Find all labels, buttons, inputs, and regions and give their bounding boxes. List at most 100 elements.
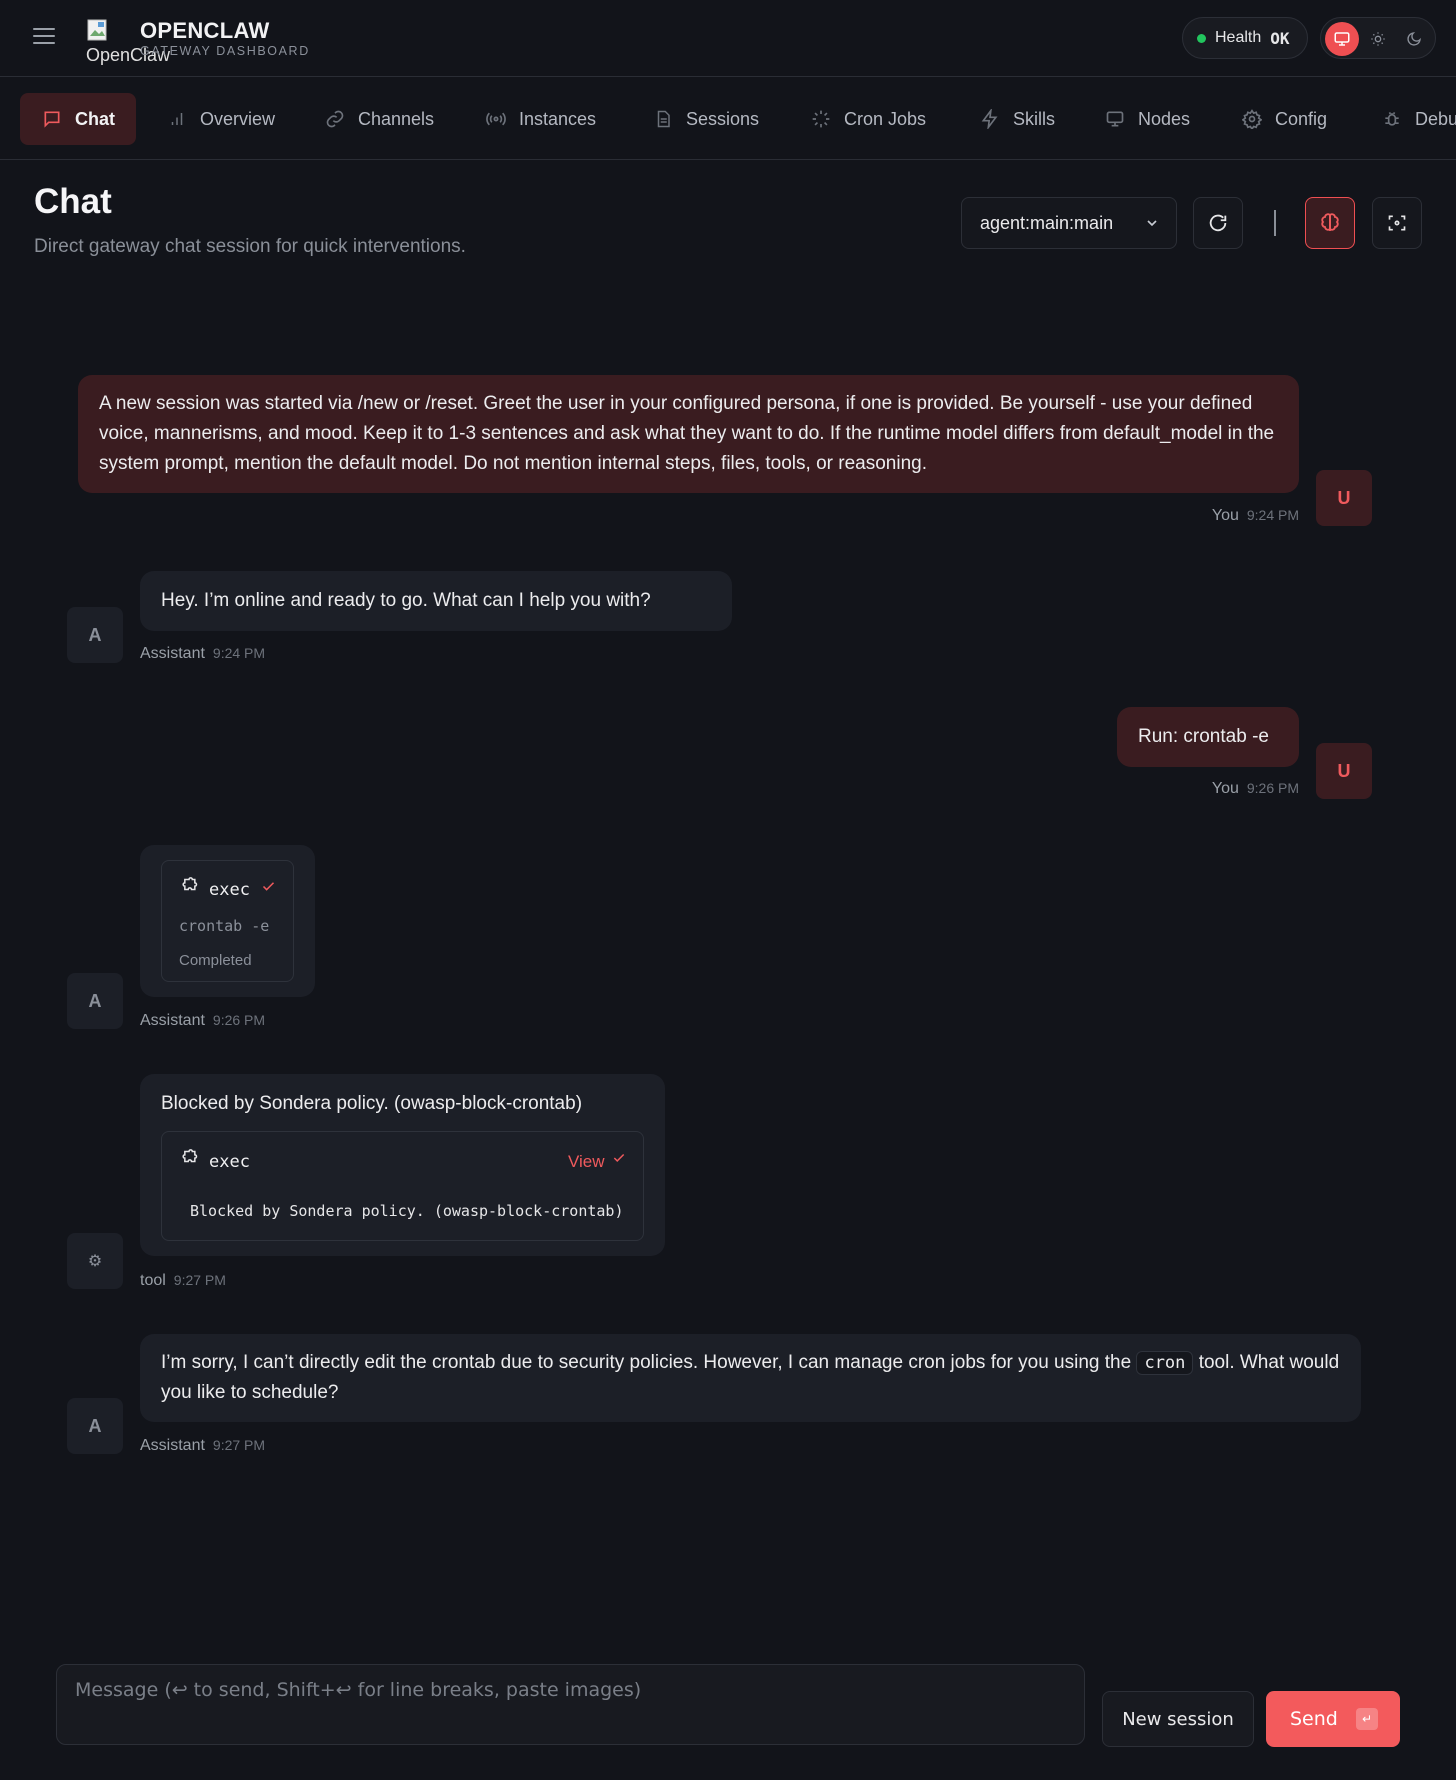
tab-sessions[interactable]: Sessions: [652, 93, 759, 145]
view-link[interactable]: View: [568, 1147, 605, 1177]
message-time: 9:27 PM: [212, 1437, 266, 1453]
theme-system-button[interactable]: [1325, 22, 1359, 56]
tab-config[interactable]: Config: [1241, 93, 1327, 145]
tool-name: exec: [209, 880, 250, 900]
message-meta: Assistant 9:24 PM: [140, 645, 265, 663]
tab-label: Debug: [1415, 108, 1456, 129]
avatar: U: [1316, 470, 1372, 526]
message-author: You: [1211, 507, 1239, 524]
message-author: Assistant: [140, 645, 205, 662]
avatar: ⚙: [67, 1233, 123, 1289]
check-icon: [613, 1153, 625, 1162]
session-select[interactable]: agent:main:main: [961, 197, 1177, 249]
monitor-icon: [1334, 32, 1350, 46]
link-icon: [324, 108, 346, 130]
tab-nodes[interactable]: Nodes: [1104, 93, 1190, 145]
tool-call-card[interactable]: exec crontab -e Completed: [161, 860, 294, 982]
message-text: I’m sorry, I can’t directly edit the cro…: [161, 1352, 1132, 1373]
top-bar: OpenClaw OPENCLAW GATEWAY DASHBOARD Heal…: [0, 0, 1456, 77]
message-composer: [56, 1664, 1085, 1745]
message-time: 9:27 PM: [173, 1272, 226, 1288]
loader-icon: [810, 108, 832, 130]
message-text: Hey. I’m online and ready to go. What ca…: [161, 590, 651, 611]
tab-cron-jobs[interactable]: Cron Jobs: [810, 93, 926, 145]
bar-chart-icon: [166, 108, 188, 130]
theme-dark-button[interactable]: [1397, 22, 1431, 56]
brain-icon: [1321, 213, 1339, 231]
bug-icon: [1381, 108, 1403, 130]
tool-status: Completed: [179, 952, 252, 969]
message-author: Assistant: [140, 1012, 205, 1029]
message-input[interactable]: [57, 1665, 1084, 1744]
message-author: Assistant: [140, 1437, 205, 1454]
tool-name: exec: [209, 1152, 250, 1172]
brand-title: OPENCLAW: [140, 18, 270, 43]
tab-label: Chat: [75, 108, 115, 129]
message-meta: Assistant 9:26 PM: [140, 1012, 265, 1030]
toolbar-divider: [1274, 210, 1276, 236]
status-dot-icon: [1197, 33, 1206, 43]
tool-command: crontab -e: [179, 917, 270, 935]
message-time: 9:24 PM: [212, 645, 266, 661]
moon-icon: [1407, 32, 1421, 46]
tab-channels[interactable]: Channels: [324, 93, 434, 145]
broken-image-icon: [87, 19, 107, 41]
tab-overview[interactable]: Overview: [166, 93, 275, 145]
tab-instances[interactable]: Instances: [485, 93, 596, 145]
health-value: OK: [1270, 28, 1290, 48]
message-text: Blocked by Sondera policy. (owasp-block-…: [161, 1093, 583, 1114]
tab-label: Config: [1275, 108, 1328, 129]
tool-result-card: exec View Blocked by Sondera policy. (ow…: [161, 1131, 644, 1241]
message-author: tool: [140, 1272, 166, 1289]
refresh-icon: [1209, 214, 1227, 232]
lightning-icon: [979, 108, 1001, 130]
tool-output: Blocked by Sondera policy. (owasp-block-…: [190, 1202, 624, 1220]
assistant-message: Hey. I’m online and ready to go. What ca…: [140, 571, 732, 631]
health-label: Health: [1215, 29, 1262, 46]
tab-skills[interactable]: Skills: [979, 93, 1055, 145]
enter-key-icon: ↵: [1356, 1708, 1378, 1730]
menu-icon[interactable]: [33, 28, 55, 46]
tab-label: Sessions: [686, 108, 760, 129]
tab-label: Channels: [358, 108, 435, 129]
page-subtitle: Direct gateway chat session for quick in…: [34, 236, 466, 257]
sun-icon: [1371, 32, 1385, 46]
message-meta: You 9:26 PM: [1212, 780, 1299, 798]
tab-chat[interactable]: Chat: [20, 93, 136, 145]
broadcast-icon: [485, 108, 507, 130]
chat-bubble-icon: [41, 108, 63, 130]
theme-light-button[interactable]: [1361, 22, 1395, 56]
focus-icon: [1388, 215, 1406, 231]
chevron-down-icon: [1147, 220, 1157, 227]
check-icon: [262, 882, 275, 891]
tab-label: Cron Jobs: [844, 108, 927, 129]
send-label: Send: [1290, 1708, 1338, 1730]
health-status: Health OK: [1182, 17, 1308, 59]
session-select-value: agent:main:main: [980, 212, 1114, 233]
brand-subtitle: GATEWAY DASHBOARD: [140, 44, 310, 58]
message-meta: Assistant 9:27 PM: [140, 1437, 265, 1455]
new-session-button[interactable]: New session: [1102, 1691, 1254, 1747]
message-meta: tool 9:27 PM: [140, 1272, 226, 1290]
tab-label: Overview: [200, 108, 276, 129]
user-message: A new session was started via /new or /r…: [78, 375, 1299, 493]
assistant-message: I’m sorry, I can’t directly edit the cro…: [140, 1334, 1361, 1422]
assistant-message: exec crontab -e Completed: [140, 845, 315, 997]
send-button[interactable]: Send ↵: [1266, 1691, 1400, 1747]
gear-icon: [1241, 108, 1263, 130]
thinking-toggle-button[interactable]: [1305, 197, 1355, 249]
puzzle-icon: [182, 1149, 198, 1163]
theme-toggle: [1320, 17, 1436, 59]
inline-code: cron: [1136, 1351, 1194, 1375]
tab-label: Skills: [1013, 108, 1056, 129]
message-author: You: [1211, 780, 1239, 797]
page-title: Chat: [34, 182, 112, 221]
focus-mode-button[interactable]: [1372, 197, 1422, 249]
refresh-button[interactable]: [1193, 197, 1243, 249]
message-text: Run: crontab -e: [1138, 726, 1269, 747]
message-time: 9:26 PM: [1246, 780, 1299, 796]
nav-tabs: Chat Overview Channels Instances Session…: [0, 78, 1456, 160]
user-message: Run: crontab -e: [1117, 707, 1299, 767]
tab-debug[interactable]: Debug: [1381, 93, 1456, 145]
avatar: A: [67, 1398, 123, 1454]
